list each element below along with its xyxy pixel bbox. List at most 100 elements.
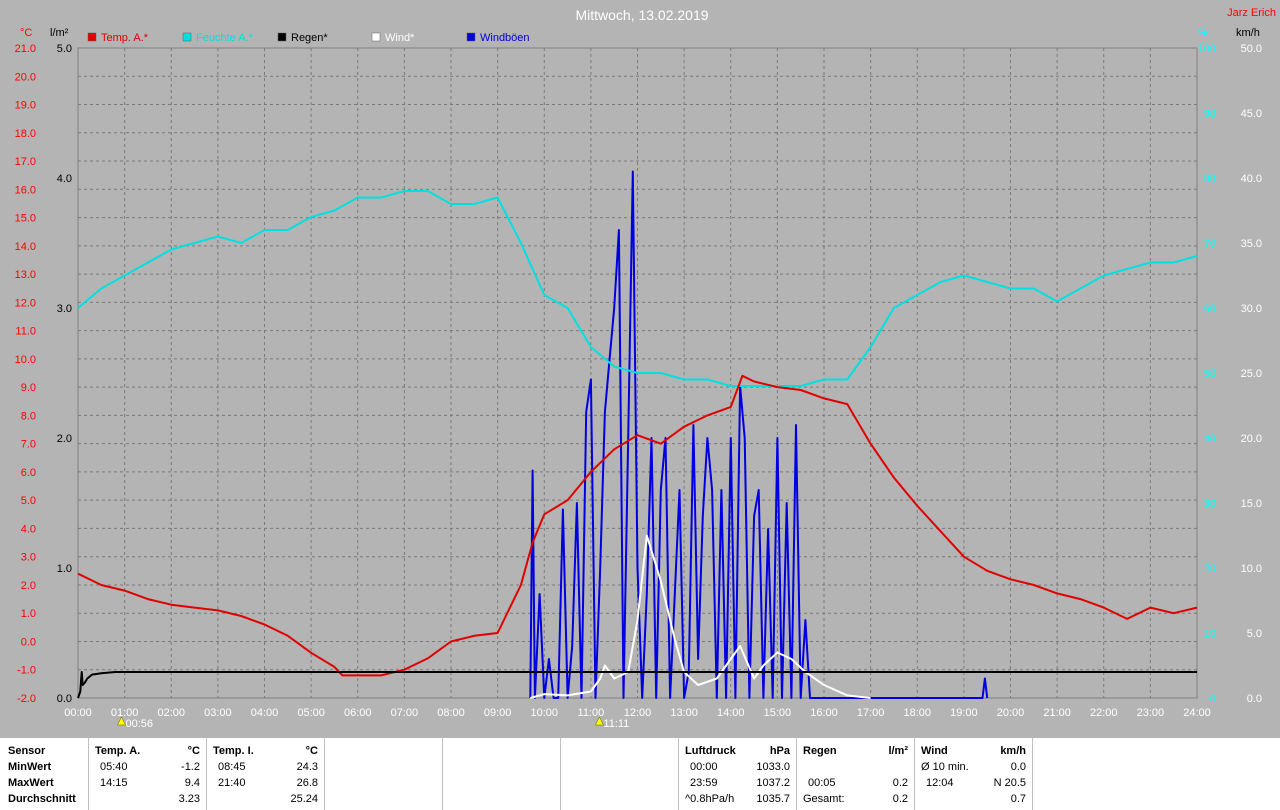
luft-max-time: 23:59 bbox=[690, 777, 718, 789]
temp-tick-label: 8.0 bbox=[21, 410, 36, 422]
sensor-header: Sensor bbox=[8, 745, 46, 757]
wind-tick-label: 50.0 bbox=[1241, 43, 1262, 55]
wind-tick-label: 30.0 bbox=[1241, 303, 1262, 315]
temp-a-max-time: 14:15 bbox=[100, 777, 128, 789]
temp-tick-label: 15.0 bbox=[15, 213, 36, 225]
rain-tick-label: 4.0 bbox=[57, 173, 72, 185]
legend-swatch bbox=[87, 32, 97, 42]
luft-min-time: 00:00 bbox=[690, 761, 718, 773]
luft-min-value: 1033.0 bbox=[756, 761, 790, 773]
x-tick-label: 05:00 bbox=[297, 707, 325, 719]
hum-tick-label: 100 bbox=[1198, 43, 1216, 55]
temp-tick-label: 18.0 bbox=[15, 128, 36, 140]
wind-unit: km/h bbox=[1000, 745, 1026, 757]
time-marker-label: 00:56 bbox=[126, 718, 154, 730]
hum-tick-label: 30 bbox=[1204, 498, 1216, 510]
legend-label: Wind* bbox=[385, 32, 415, 44]
regen-unit: l/m² bbox=[888, 745, 908, 757]
wind-max-time: 12:04 bbox=[926, 777, 954, 789]
temp-tick-label: 14.0 bbox=[15, 241, 36, 253]
wind-avg-value: 0.7 bbox=[1010, 793, 1026, 805]
row-label-avg: Durchschnitt bbox=[8, 793, 76, 805]
luft-unit: hPa bbox=[769, 745, 790, 757]
luft-max-value: 1037.2 bbox=[756, 777, 790, 789]
chart-legend: Temp. A.* Feuchte A.* Regen* Wind* Windböen bbox=[87, 32, 530, 44]
temp-tick-label: 9.0 bbox=[21, 382, 36, 394]
legend-label: Temp. A.* bbox=[101, 32, 149, 44]
x-tick-label: 11:00 bbox=[578, 707, 605, 719]
time-marker-label: 11:11 bbox=[603, 718, 629, 730]
legend-swatch bbox=[277, 32, 287, 42]
temp-i-header: Temp. I. bbox=[213, 745, 254, 757]
weather-chart: 00:00 01:00 02:00 03:00 04:00 05:00 06:00 07:00… bbox=[15, 7, 1276, 730]
hum-tick-label: 40 bbox=[1204, 433, 1216, 445]
legend-label: Windböen bbox=[480, 32, 530, 44]
wind-unit-label: km/h bbox=[1236, 27, 1260, 39]
temp-tick-label: -2.0 bbox=[17, 693, 36, 705]
hum-tick-label: 10 bbox=[1204, 628, 1216, 640]
temp-i-min-time: 08:45 bbox=[218, 761, 246, 773]
wind-tick-label: 10.0 bbox=[1241, 563, 1262, 575]
x-tick-label: 18:00 bbox=[903, 707, 931, 719]
hum-tick-label: 90 bbox=[1204, 108, 1216, 120]
wind-tick-label: 35.0 bbox=[1241, 238, 1262, 250]
row-label-max: MaxWert bbox=[8, 777, 54, 789]
wind-tick-label: 0.0 bbox=[1247, 693, 1262, 705]
x-tick-label: 00:00 bbox=[64, 707, 92, 719]
regen-total-value: 0.2 bbox=[892, 793, 908, 805]
x-tick-label: 22:00 bbox=[1090, 707, 1118, 719]
temp-i-unit: °C bbox=[305, 745, 318, 757]
temp-tick-label: 3.0 bbox=[21, 552, 36, 564]
x-tick-label: 07:00 bbox=[391, 707, 419, 719]
temp-tick-label: 10.0 bbox=[15, 354, 36, 366]
legend-label: Feuchte A.* bbox=[196, 32, 254, 44]
temp-i-min-value: 24.3 bbox=[296, 761, 318, 773]
x-tick-label: 15:00 bbox=[764, 707, 792, 719]
rain-unit-label: l/m² bbox=[50, 27, 69, 39]
temp-tick-label: 1.0 bbox=[21, 608, 36, 620]
x-tick-label: 20:00 bbox=[997, 707, 1025, 719]
temp-a-header: Temp. A. bbox=[95, 745, 141, 757]
temp-i-avg-value: 25.24 bbox=[290, 793, 318, 805]
hum-tick-label: 80 bbox=[1204, 173, 1216, 185]
temp-tick-label: 19.0 bbox=[15, 100, 36, 112]
temp-tick-label: 5.0 bbox=[21, 495, 36, 507]
temp-tick-label: 13.0 bbox=[15, 269, 36, 281]
x-tick-label: 16:00 bbox=[810, 707, 838, 719]
x-tick-label: 04:00 bbox=[251, 707, 279, 719]
temp-a-max-value: 9.4 bbox=[184, 777, 200, 789]
temp-tick-label: -1.0 bbox=[17, 665, 36, 677]
temp-a-min-time: 05:40 bbox=[100, 761, 128, 773]
luft-avg-value: 1035.7 bbox=[756, 793, 790, 805]
hum-tick-label: 70 bbox=[1204, 238, 1216, 250]
legend-label: Regen* bbox=[291, 32, 328, 44]
hum-tick-label: 20 bbox=[1204, 563, 1216, 575]
stats-table: Sensor MinWert MaxWert Durchschnitt Temp… bbox=[0, 738, 1280, 810]
x-tick-label: 10:00 bbox=[530, 707, 558, 719]
legend-swatch bbox=[371, 32, 381, 42]
x-tick-label: 06:00 bbox=[344, 707, 372, 719]
temp-i-max-value: 26.8 bbox=[296, 777, 318, 789]
temp-tick-label: 6.0 bbox=[21, 467, 36, 479]
wind-tick-label: 20.0 bbox=[1241, 433, 1262, 445]
x-tick-label: 17:00 bbox=[857, 707, 885, 719]
row-label-min: MinWert bbox=[8, 761, 52, 773]
temp-tick-label: 17.0 bbox=[15, 156, 36, 168]
rain-tick-label: 2.0 bbox=[57, 433, 72, 445]
x-tick-label: 21:00 bbox=[1043, 707, 1071, 719]
hum-tick-label: 50 bbox=[1204, 368, 1216, 380]
regen-header: Regen bbox=[803, 745, 837, 757]
x-tick-label: 13:00 bbox=[670, 707, 698, 719]
chart-title: Mittwoch, 13.02.2019 bbox=[575, 7, 708, 23]
x-tick-label: 03:00 bbox=[204, 707, 232, 719]
temp-a-avg-value: 3.23 bbox=[178, 793, 200, 805]
temp-tick-label: 12.0 bbox=[15, 297, 36, 309]
x-tick-label: 24:00 bbox=[1183, 707, 1211, 719]
wind-header: Wind bbox=[921, 745, 948, 757]
wind-tick-label: 5.0 bbox=[1247, 628, 1262, 640]
wind-tick-label: 40.0 bbox=[1241, 173, 1262, 185]
wind-tick-label: 25.0 bbox=[1241, 368, 1262, 380]
legend-swatch bbox=[182, 32, 192, 42]
temp-tick-label: 20.0 bbox=[15, 71, 36, 83]
rain-tick-label: 5.0 bbox=[57, 43, 72, 55]
